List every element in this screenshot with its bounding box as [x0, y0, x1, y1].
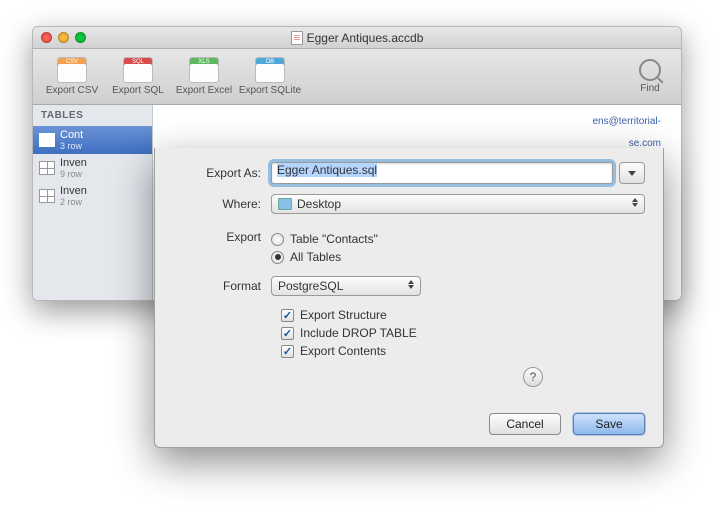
radio-table-label: Table "Contacts" [290, 232, 378, 246]
where-label: Where: [173, 197, 271, 211]
window-title: Egger Antiques.accdb [33, 31, 681, 45]
sidebar-item-inventory1[interactable]: Inven 9 row [33, 154, 152, 182]
xls-icon [189, 57, 219, 83]
check-structure-label: Export Structure [300, 308, 387, 322]
sidebar-item-label: Inven [60, 157, 87, 169]
check-drop-label: Include DROP TABLE [300, 326, 417, 340]
sql-icon [123, 57, 153, 83]
checkbox-icon [281, 327, 294, 340]
checkbox-drop-table[interactable]: Include DROP TABLE [281, 324, 645, 342]
table-icon [39, 161, 55, 175]
window-title-text: Egger Antiques.accdb [307, 31, 424, 45]
export-scope-label: Export [173, 230, 271, 244]
export-sqlite-button[interactable]: Export SQLite [237, 57, 303, 96]
toolbar: Export CSV Export SQL Export Excel Expor… [33, 49, 681, 105]
csv-icon [57, 57, 87, 83]
radio-icon [271, 251, 284, 264]
radio-all-label: All Tables [290, 250, 341, 264]
chevron-down-icon [628, 171, 636, 176]
export-excel-label: Export Excel [171, 85, 237, 96]
sidebar-item-label: Inven [60, 185, 87, 197]
checkbox-icon [281, 345, 294, 358]
format-value: PostgreSQL [278, 279, 343, 293]
document-icon [291, 31, 303, 45]
format-select[interactable]: PostgreSQL [271, 276, 421, 296]
export-csv-label: Export CSV [39, 85, 105, 96]
table-icon [39, 189, 55, 203]
checkbox-export-structure[interactable]: Export Structure [281, 306, 645, 324]
save-button[interactable]: Save [573, 413, 645, 435]
export-sql-button[interactable]: Export SQL [105, 57, 171, 96]
export-as-value: Egger Antiques.sql [277, 163, 377, 177]
desktop-icon [278, 198, 292, 210]
radio-icon [271, 233, 284, 246]
sidebar: TABLES Cont 3 row Inven 9 row Inven [33, 105, 153, 300]
where-select[interactable]: Desktop [271, 194, 645, 214]
help-button[interactable]: ? [523, 367, 543, 387]
checkbox-icon [281, 309, 294, 322]
check-contents-label: Export Contents [300, 344, 386, 358]
sidebar-item-rowcount: 9 row [60, 169, 87, 179]
search-icon [639, 59, 661, 81]
radio-table-contacts[interactable]: Table "Contacts" [271, 230, 378, 248]
export-sql-label: Export SQL [105, 85, 171, 96]
sidebar-item-inventory2[interactable]: Inven 2 row [33, 182, 152, 210]
expand-panel-button[interactable] [619, 162, 645, 184]
table-icon [39, 133, 55, 147]
export-as-field[interactable]: Egger Antiques.sql [271, 162, 613, 184]
export-dialog: Export As: Egger Antiques.sql Where: Des… [154, 148, 664, 448]
sidebar-item-rowcount: 2 row [60, 197, 87, 207]
sidebar-item-label: Cont [60, 129, 83, 141]
export-sqlite-label: Export SQLite [237, 85, 303, 96]
sidebar-item-contacts[interactable]: Cont 3 row [33, 126, 152, 154]
radio-all-tables[interactable]: All Tables [271, 248, 378, 266]
format-label: Format [173, 279, 271, 293]
updown-icon [408, 280, 414, 289]
sidebar-item-rowcount: 3 row [60, 141, 83, 151]
checkbox-export-contents[interactable]: Export Contents [281, 342, 645, 360]
export-as-label: Export As: [173, 166, 271, 180]
find-button[interactable]: Find [625, 59, 675, 94]
cancel-button[interactable]: Cancel [489, 413, 561, 435]
updown-icon [632, 198, 638, 207]
sqlite-icon [255, 57, 285, 83]
sidebar-header: TABLES [33, 105, 152, 126]
where-value: Desktop [297, 197, 341, 211]
export-excel-button[interactable]: Export Excel [171, 57, 237, 96]
export-csv-button[interactable]: Export CSV [39, 57, 105, 96]
titlebar: Egger Antiques.accdb [33, 27, 681, 49]
find-label: Find [625, 83, 675, 94]
